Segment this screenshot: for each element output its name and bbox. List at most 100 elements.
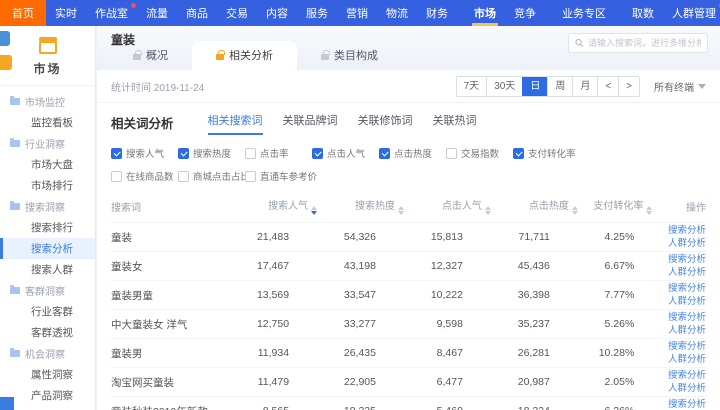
metric-checkbox-6[interactable]: 支付转化率 (513, 146, 580, 160)
range-button-1[interactable]: 30天 (486, 77, 522, 96)
sidebar-item-14[interactable]: 产品洞察 (0, 385, 95, 406)
action-link-人群分析[interactable]: 人群分析 (652, 237, 706, 250)
metric-checkbox-7[interactable]: 在线商品数 (111, 169, 178, 183)
action-link-人群分析[interactable]: 人群分析 (652, 295, 706, 308)
metric-checkbox-9[interactable]: 直通车参考价 (245, 169, 312, 183)
table-header-row: 搜索词搜索人气搜索热度点击人气点击热度支付转化率操作 (111, 189, 706, 223)
sidebar-item-label: 行业洞察 (25, 136, 65, 151)
column-header-2[interactable]: 搜索热度 (317, 189, 404, 223)
action-cell: 搜索分析人群分析 (652, 397, 706, 410)
column-header-1[interactable]: 搜索人气 (230, 189, 317, 223)
sidebar-item-1[interactable]: 监控看板 (0, 112, 95, 133)
sidebar-item-8[interactable]: 搜索人群 (0, 259, 95, 280)
metric-checkbox-4[interactable]: 点击热度 (379, 146, 446, 160)
action-link-搜索分析[interactable]: 搜索分析 (652, 224, 706, 237)
action-link-人群分析[interactable]: 人群分析 (652, 266, 706, 279)
metric-checkbox-8[interactable]: 商城点击占比 (178, 169, 245, 183)
action-link-人群分析[interactable]: 人群分析 (652, 382, 706, 395)
metric-checkbox-1[interactable]: 搜索热度 (178, 146, 245, 160)
search-input[interactable] (588, 38, 701, 48)
nav-item-7[interactable]: 服务 (297, 0, 337, 26)
nav-item-8[interactable]: 营销 (337, 0, 377, 26)
metric-checkbox-3[interactable]: 点击人气 (312, 146, 379, 160)
sidebar-item-6[interactable]: 搜索排行 (0, 217, 95, 238)
nav-item-2[interactable]: 作战室 (86, 0, 137, 26)
range-button-0[interactable]: 7天 (457, 77, 487, 96)
table-row: 童装女17,46743,19812,32745,4366.67%搜索分析人群分析 (111, 252, 706, 281)
sidebar-item-2[interactable]: 行业洞察 (0, 133, 95, 154)
nav-item-label: 流量 (146, 5, 168, 21)
nav-item-3[interactable]: 流量 (137, 0, 177, 26)
sidebar-item-12[interactable]: 机会洞察 (0, 343, 95, 364)
nav-item-11[interactable]: 市场 (465, 0, 505, 26)
action-link-人群分析[interactable]: 人群分析 (652, 353, 706, 366)
sort-up-icon (646, 206, 652, 210)
nav-item-6[interactable]: 内容 (257, 0, 297, 26)
range-button-2[interactable]: 日 (522, 77, 547, 96)
sidebar-item-9[interactable]: 客群洞察 (0, 280, 95, 301)
nav-item-5[interactable]: 交易 (217, 0, 257, 26)
sidebar-item-5[interactable]: 搜索洞察 (0, 196, 95, 217)
nav-item-label: 业务专区 (562, 5, 606, 21)
nav-item-15[interactable]: 人群管理 (663, 0, 720, 26)
metric-label: 搜索热度 (193, 146, 231, 160)
value-cell: 8,467 (404, 339, 491, 368)
sidebar-item-10[interactable]: 行业客群 (0, 301, 95, 322)
metric-label: 直通车参考价 (260, 169, 317, 183)
tab-相关分析[interactable]: 相关分析 (192, 41, 297, 70)
column-header-5[interactable]: 支付转化率 (578, 189, 652, 223)
value-cell: 7.77% (578, 281, 652, 310)
table-row: 中大童装女 洋气12,75033,2779,59835,2375.26%搜索分析… (111, 310, 706, 339)
nav-item-1[interactable]: 实时 (46, 0, 86, 26)
floating-bottom-widget[interactable] (0, 397, 14, 410)
subtab-2[interactable]: 关联修饰词 (358, 112, 413, 135)
column-header-4[interactable]: 点击热度 (491, 189, 578, 223)
action-link-搜索分析[interactable]: 搜索分析 (652, 369, 706, 382)
nav-item-14[interactable]: 取数 (623, 0, 663, 26)
range-button-3[interactable]: 周 (547, 77, 572, 96)
sidebar-item-4[interactable]: 市场排行 (0, 175, 95, 196)
column-header-3[interactable]: 点击人气 (404, 189, 491, 223)
terminal-dropdown-value: 所有终端 (654, 79, 694, 94)
sidebar-item-0[interactable]: 市场监控 (0, 91, 95, 112)
action-link-搜索分析[interactable]: 搜索分析 (652, 398, 706, 410)
floating-edge-widget-orange[interactable] (0, 55, 12, 70)
action-link-人群分析[interactable]: 人群分析 (652, 324, 706, 337)
action-link-搜索分析[interactable]: 搜索分析 (652, 282, 706, 295)
panel-title: 相关词分析 (111, 112, 174, 132)
value-cell: 4.25% (578, 223, 652, 252)
range-button-4[interactable]: 月 (572, 77, 597, 96)
nav-item-10[interactable]: 财务 (417, 0, 457, 26)
nav-item-9[interactable]: 物流 (377, 0, 417, 26)
action-link-搜索分析[interactable]: 搜索分析 (652, 253, 706, 266)
subtab-0[interactable]: 相关搜索词 (208, 112, 263, 135)
sidebar-item-7[interactable]: 搜索分析 (0, 238, 95, 259)
keyword-search-box[interactable] (568, 33, 708, 53)
terminal-dropdown[interactable]: 所有终端 (654, 79, 706, 94)
column-header-6: 操作 (652, 189, 706, 223)
nav-item-13[interactable]: 业务专区 (553, 0, 615, 26)
sidebar-item-11[interactable]: 客群透视 (0, 322, 95, 343)
metric-checkbox-5[interactable]: 交易指数 (446, 146, 513, 160)
lock-icon (321, 54, 329, 60)
prev-button[interactable]: < (597, 77, 618, 96)
metric-label: 支付转化率 (528, 146, 576, 160)
nav-item-4[interactable]: 商品 (177, 0, 217, 26)
action-link-搜索分析[interactable]: 搜索分析 (652, 311, 706, 324)
sidebar-item-13[interactable]: 属性洞察 (0, 364, 95, 385)
subtab-3[interactable]: 关联热词 (433, 112, 477, 135)
nav-item-0[interactable]: 首页 (0, 0, 46, 26)
next-button[interactable]: > (618, 77, 639, 96)
checkbox-icon (513, 148, 524, 159)
sidebar-item-3[interactable]: 市场大盘 (0, 154, 95, 175)
floating-edge-widget-blue[interactable] (0, 31, 10, 46)
nav-item-12[interactable]: 竞争 (505, 0, 545, 26)
value-cell: 71,711 (491, 223, 578, 252)
metric-checkbox-0[interactable]: 搜索人气 (111, 146, 178, 160)
action-link-搜索分析[interactable]: 搜索分析 (652, 340, 706, 353)
sort-up-icon (311, 206, 317, 210)
subtab-1[interactable]: 关联品牌词 (283, 112, 338, 135)
metric-checkbox-2[interactable]: 点击率 (245, 146, 312, 160)
tab-概况[interactable]: 概况 (109, 41, 192, 70)
tab-类目构成[interactable]: 类目构成 (297, 41, 402, 70)
